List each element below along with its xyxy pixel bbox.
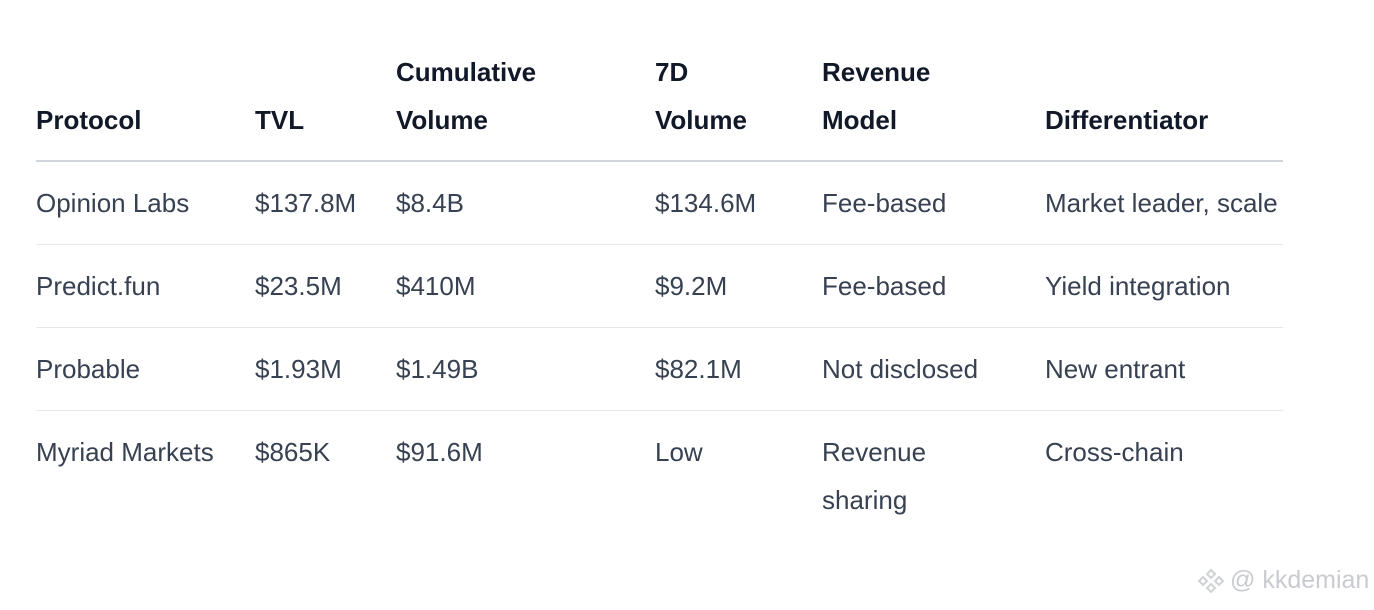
header-protocol: Protocol (36, 48, 255, 162)
cell-protocol: Probable (36, 354, 141, 384)
cell-7d-volume: $82.1M (655, 354, 742, 384)
protocol-comparison-table: Protocol TVL Cumulative Volume 7D Volume… (36, 48, 1283, 541)
cell-revenue-model: Fee-based (822, 188, 947, 218)
cell-tvl: $137.8M (255, 188, 357, 218)
cell-protocol: Myriad Markets (36, 437, 214, 467)
table-row: Opinion Labs $137.8M $8.4B $134.6M Fee-based… (36, 161, 1283, 245)
cell-7d-volume: $9.2M (655, 271, 728, 301)
header-7d-volume: 7D Volume (655, 48, 822, 162)
table-row: Myriad Markets $865K $91.6M Low Revenue shar… (36, 411, 1283, 542)
header-row: Protocol TVL Cumulative Volume 7D Volume… (36, 48, 1283, 162)
cell-revenue-model: Revenue sharing (822, 437, 927, 515)
cell-differentiator: Cross-chain (1045, 437, 1184, 467)
header-tvl: TVL (255, 48, 396, 162)
cell-differentiator: Market leader, scale (1045, 188, 1278, 218)
cell-7d-volume: $134.6M (655, 188, 757, 218)
table-row: Probable $1.93M $1.49B $82.1M Not disclosed N… (36, 328, 1283, 411)
cell-differentiator: Yield integration (1045, 271, 1231, 301)
cell-revenue-model: Fee-based (822, 271, 947, 301)
header-revenue-model: Revenue Model (822, 48, 1045, 162)
cell-cumulative-volume: $1.49B (396, 354, 479, 384)
watermark-text: @ kkdemian (1230, 566, 1370, 594)
cell-tvl: $1.93M (255, 354, 342, 384)
table-row: Predict.fun $23.5M $410M $9.2M Fee-based Yiel… (36, 245, 1283, 328)
cell-tvl: $23.5M (255, 271, 342, 301)
cell-tvl: $865K (255, 437, 331, 467)
cell-cumulative-volume: $410M (396, 271, 476, 301)
cell-7d-volume: Low (655, 437, 703, 467)
binance-logo-icon (1198, 568, 1224, 593)
watermark: @ kkdemian (1198, 566, 1369, 595)
header-cumulative-volume: Cumulative Volume (396, 48, 655, 162)
header-differentiator: Differentiator (1045, 48, 1283, 162)
cell-protocol: Opinion Labs (36, 188, 190, 218)
cell-revenue-model: Not disclosed (822, 354, 979, 384)
cell-cumulative-volume: $8.4B (396, 188, 464, 218)
cell-differentiator: New entrant (1045, 354, 1186, 384)
cell-protocol: Predict.fun (36, 271, 161, 301)
cell-cumulative-volume: $91.6M (396, 437, 483, 467)
